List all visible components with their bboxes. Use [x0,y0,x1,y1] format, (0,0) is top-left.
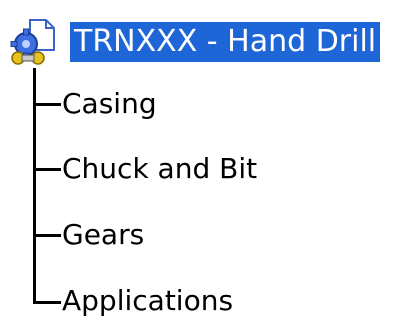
tree-node-chuck-and-bit[interactable]: Chuck and Bit [62,152,257,186]
tree-node-applications[interactable]: Applications [62,284,233,318]
tree-connector-applications [33,301,61,304]
specification-tree: TRNXXX - Hand Drill Casing Chuck and Bit… [0,0,396,322]
root-node-label[interactable]: TRNXXX - Hand Drill [70,22,381,62]
tree-connector-casing [33,103,61,106]
tree-connector-gears [33,234,61,237]
tree-node-gears[interactable]: Gears [62,218,144,252]
assembly-product-icon[interactable] [8,18,60,68]
tree-node-casing[interactable]: Casing [62,87,157,121]
tree-connector-chuck-and-bit [33,168,61,171]
